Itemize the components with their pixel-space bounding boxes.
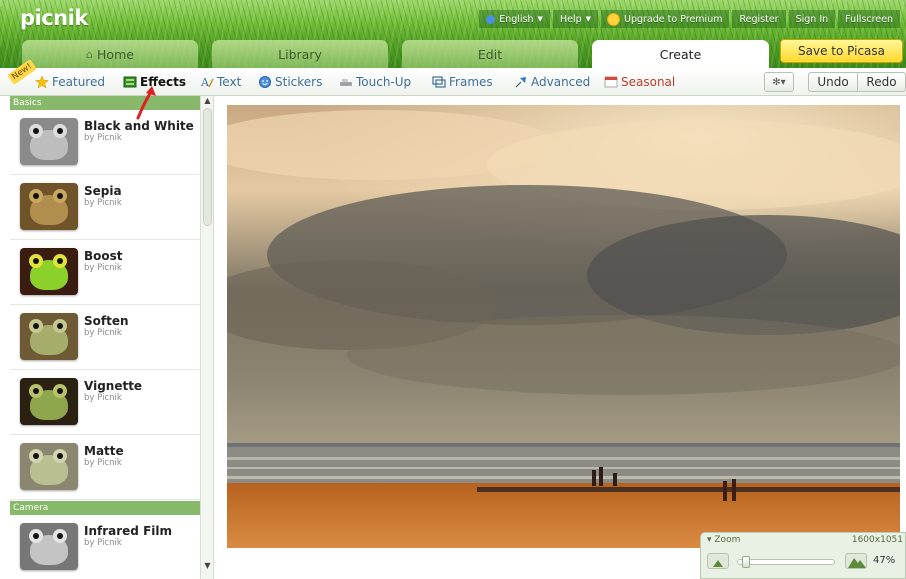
- frame-icon: [432, 76, 446, 88]
- tab-edit-label: Edit: [477, 46, 503, 62]
- effect-thumbnail: [20, 378, 78, 425]
- sticker-icon: [259, 76, 271, 88]
- tab-library[interactable]: Library: [212, 40, 388, 68]
- toolbar-stickers[interactable]: Stickers: [258, 68, 322, 96]
- effect-thumbnail: [20, 183, 78, 230]
- picnik-app: picnik English ▼ Help ▼ Upgrade to Premium…: [0, 0, 906, 579]
- calendar-icon: [604, 76, 618, 88]
- effects-sidebar: Basics Black and White by Picnik Sepia b…: [10, 96, 214, 579]
- header-bar: picnik English ▼ Help ▼ Upgrade to Premium…: [0, 0, 906, 68]
- language-menu[interactable]: English ▼: [479, 10, 550, 28]
- undo-button[interactable]: Undo: [808, 72, 858, 92]
- effect-boost[interactable]: Boost by Picnik: [10, 240, 200, 305]
- photo-canvas[interactable]: [227, 105, 900, 548]
- effect-thumbnail: [20, 248, 78, 295]
- globe-icon: [486, 14, 496, 24]
- toolbar-seasonal-label: Seasonal: [621, 75, 676, 89]
- scrollbar-thumb[interactable]: [203, 108, 212, 226]
- section-header-basics: Basics: [10, 96, 200, 110]
- effect-author: by Picnik: [84, 263, 122, 273]
- toolbar-advanced-label: Advanced: [531, 75, 591, 89]
- effect-thumbnail: [20, 313, 78, 360]
- effect-vignette[interactable]: Vignette by Picnik: [10, 370, 200, 435]
- scroll-up-arrow-icon[interactable]: ▲: [201, 96, 213, 106]
- effect-author: by Picnik: [84, 393, 122, 403]
- zoom-out-icon[interactable]: [707, 553, 729, 569]
- effect-name: Infrared Film: [84, 524, 172, 538]
- settings-menu-button[interactable]: ✻▾: [764, 72, 794, 92]
- effect-name: Soften: [84, 314, 129, 328]
- toolbar-advanced[interactable]: Advanced: [514, 68, 590, 96]
- effect-thumbnail: [20, 523, 78, 570]
- effect-author: by Picnik: [84, 198, 122, 208]
- zoom-slider[interactable]: [737, 556, 835, 568]
- language-label: English: [499, 13, 534, 25]
- effect-thumbnail: [20, 118, 78, 165]
- sign-in-link[interactable]: Sign In: [788, 10, 836, 28]
- effect-black-and-white[interactable]: Black and White by Picnik: [10, 110, 200, 175]
- toolbar-featured[interactable]: Featured: [35, 68, 105, 96]
- effect-soften[interactable]: Soften by Picnik: [10, 305, 200, 370]
- register-link[interactable]: Register: [732, 10, 786, 28]
- toolbar-touch-up[interactable]: Touch-Up: [339, 68, 411, 96]
- effect-name: Boost: [84, 249, 123, 263]
- image-dimensions: 1600x1051: [851, 535, 903, 545]
- section-header-camera: Camera: [10, 501, 200, 515]
- top-nav: English ▼ Help ▼ Upgrade to Premium Regist…: [479, 10, 900, 28]
- toolbar-text-label: Text: [217, 75, 242, 89]
- effect-author: by Picnik: [84, 458, 122, 468]
- scroll-down-arrow-icon[interactable]: ▼: [201, 561, 213, 571]
- toolbar-featured-label: Featured: [52, 75, 105, 89]
- upgrade-label: Upgrade to Premium: [624, 13, 723, 25]
- effect-name: Vignette: [84, 379, 143, 393]
- effect-matte[interactable]: Matte by Picnik: [10, 435, 200, 500]
- effect-author: by Picnik: [84, 538, 122, 548]
- zoom-percent: 47%: [873, 555, 896, 566]
- effect-author: by Picnik: [84, 328, 122, 338]
- help-menu[interactable]: Help ▼: [552, 10, 598, 28]
- effect-author: by Picnik: [84, 133, 122, 143]
- toolbar-touch-up-label: Touch-Up: [356, 75, 412, 89]
- toolbar-text[interactable]: A Text: [200, 68, 241, 96]
- toolbar-stickers-label: Stickers: [275, 75, 323, 89]
- zoom-panel: ▾ Zoom 1600x1051 47%: [700, 532, 906, 579]
- effect-name: Matte: [84, 444, 124, 458]
- home-icon: ⌂: [86, 47, 94, 61]
- toolbar-frames[interactable]: Frames: [432, 68, 493, 96]
- zoom-label: Zoom: [714, 535, 741, 545]
- tab-create[interactable]: Create: [592, 40, 769, 68]
- picnik-logo[interactable]: picnik: [20, 6, 88, 30]
- svg-text:A: A: [200, 76, 210, 88]
- save-to-picasa-button[interactable]: Save to Picasa: [780, 39, 903, 63]
- chevron-down-icon: ▼: [585, 15, 591, 23]
- sidebar-scrollbar[interactable]: ▲ ▼: [200, 96, 213, 579]
- help-label: Help: [559, 13, 582, 25]
- toolbar-seasonal[interactable]: Seasonal: [604, 68, 675, 96]
- red-annotation-arrow: [136, 86, 156, 120]
- pin-icon: [515, 77, 526, 88]
- redo-button[interactable]: Redo: [857, 72, 906, 92]
- zoom-toggle[interactable]: ▾ Zoom: [707, 535, 740, 545]
- tab-create-label: Create: [659, 46, 702, 62]
- tab-home-label: Home: [97, 46, 134, 62]
- fullscreen-link[interactable]: Fullscreen: [838, 10, 900, 28]
- text-icon: A: [200, 76, 214, 88]
- star-icon: [35, 76, 49, 88]
- effect-name: Sepia: [84, 184, 122, 198]
- upgrade-link[interactable]: Upgrade to Premium: [601, 10, 730, 28]
- zoom-in-icon[interactable]: [845, 553, 867, 569]
- effect-thumbnail: [20, 443, 78, 490]
- tab-library-label: Library: [278, 46, 322, 62]
- premium-sun-icon: [608, 13, 619, 25]
- chevron-down-icon: ▼: [537, 15, 543, 23]
- toolbar-frames-label: Frames: [449, 75, 493, 89]
- zoom-slider-handle[interactable]: [742, 556, 750, 568]
- effect-infrared-film[interactable]: Infrared Film by Picnik: [10, 515, 200, 579]
- lipstick-icon: [340, 79, 352, 86]
- tab-home[interactable]: ⌂ Home: [22, 40, 198, 68]
- tab-edit[interactable]: Edit: [402, 40, 578, 68]
- effect-sepia[interactable]: Sepia by Picnik: [10, 175, 200, 240]
